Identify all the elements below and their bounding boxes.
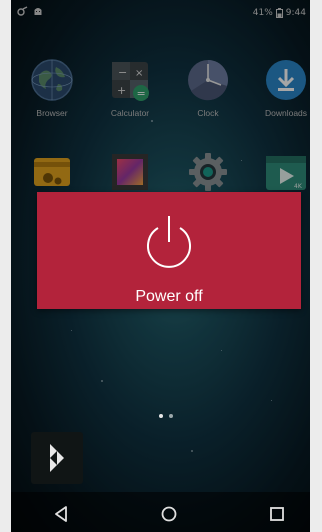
- page-dot: [169, 414, 173, 418]
- device-screen: 41% 9:44 Browser − × + = Calculator Cloc…: [11, 0, 310, 532]
- power-off-dialog[interactable]: Power off: [37, 192, 301, 309]
- media-player-icon: [50, 444, 64, 472]
- power-icon: [147, 216, 191, 268]
- back-icon[interactable]: [49, 502, 73, 526]
- recents-icon[interactable]: [265, 502, 289, 526]
- page-indicator: [159, 414, 173, 418]
- power-off-label: Power off: [135, 288, 203, 305]
- page-dot-active: [159, 414, 163, 418]
- home-icon[interactable]: [157, 502, 181, 526]
- navigation-bar: [11, 492, 310, 532]
- dock-app[interactable]: [31, 432, 83, 484]
